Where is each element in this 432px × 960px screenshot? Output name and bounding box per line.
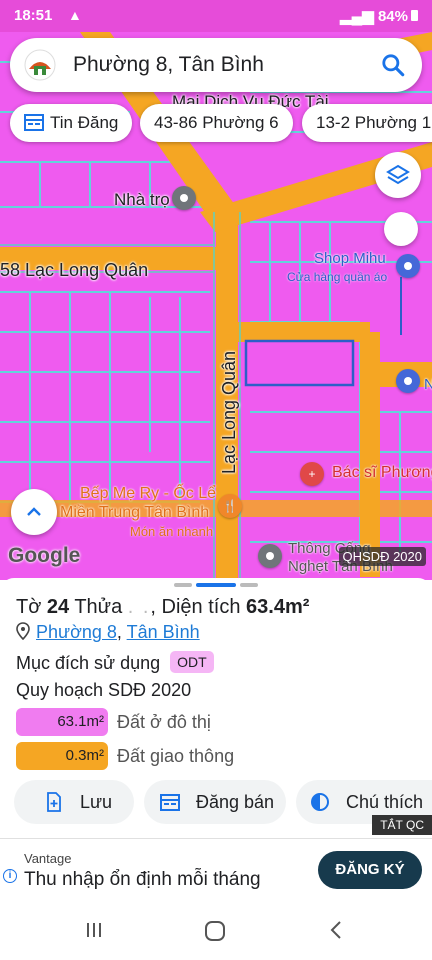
shop-pin-icon-2[interactable] <box>396 369 420 393</box>
google-logo: Google <box>8 544 81 567</box>
label-nha-tro: Nhà trọ <box>114 190 170 209</box>
hidden-parcel-number: . . <box>127 596 151 618</box>
battery-icon <box>411 10 418 21</box>
pin-nha-tro[interactable] <box>172 186 196 210</box>
purpose-code-badge: ODT <box>170 651 214 673</box>
legend-label: Đất ở đô thị <box>117 712 211 732</box>
chip-label: 43-86 Phường 6 <box>154 113 279 132</box>
chip-13-2[interactable]: 13-2 Phường 1 <box>302 104 432 142</box>
contrast-icon <box>310 792 330 812</box>
system-nav-bar <box>0 904 432 960</box>
save-label: Lưu <box>80 791 113 812</box>
back-icon[interactable] <box>328 920 344 940</box>
close-ad-button[interactable]: TẮT QC <box>372 815 432 835</box>
slider-handle[interactable] <box>384 212 418 246</box>
chevron-up-icon <box>27 507 41 516</box>
chip-43-86[interactable]: 43-86 Phường 6 <box>140 104 293 142</box>
label-bep-me-ry-2: Miền Trung Tân Bình <box>60 504 210 521</box>
layers-icon <box>386 164 410 185</box>
post-sale-button[interactable]: Đăng bán <box>144 780 286 824</box>
ward-link[interactable]: Phường 8 <box>36 622 117 642</box>
legend-label: Đất giao thông <box>117 746 235 766</box>
ad-message: Thu nhập ổn định mỗi tháng <box>24 869 261 890</box>
signal-icon: ▂▄▆ <box>340 8 374 25</box>
save-button[interactable]: Lưu <box>14 780 134 824</box>
ad-brand: Vantage <box>24 851 72 866</box>
title-prefix: Tờ <box>16 596 47 618</box>
title-mid: Thửa <box>69 596 128 618</box>
legend-button-label: Chú thích <box>346 791 424 812</box>
post-label: Đăng bán <box>196 791 275 812</box>
warning-icon: ▲ <box>68 7 82 23</box>
location-pin-icon <box>16 622 30 641</box>
save-icon <box>44 792 64 812</box>
label-lac-long-quan: 58 Lạc Long Quân <box>0 260 149 280</box>
label-cua-hang: Cửa hàng quần áo <box>287 270 388 284</box>
recents-icon[interactable] <box>84 920 104 940</box>
sheet-handle[interactable] <box>174 583 192 587</box>
calendar-icon <box>160 792 180 812</box>
label-mon-an-nhanh: Món ăn nhanh <box>130 524 214 539</box>
home-icon[interactable] <box>204 920 226 942</box>
sheet-handle[interactable] <box>240 583 258 587</box>
battery-percent: 84% <box>377 8 408 25</box>
legend-swatch: 0.3m² <box>16 742 108 770</box>
pin-thong-cong[interactable] <box>258 544 282 568</box>
area-value: 63.4m² <box>246 596 310 618</box>
status-time: 18:51 <box>14 7 53 24</box>
search-bar[interactable]: Phường 8, Tân Bình <box>10 38 422 92</box>
parcel-title: Tờ 24 Thửa . ., Diện tích 63.4m² <box>16 596 309 619</box>
label-bac-si: Bác sĩ Phương <box>332 464 432 481</box>
label-bep-me-ry-1: Bếp Mẹ Ry - Ốc Lể <box>80 485 217 502</box>
ad-banner[interactable]: i Vantage Thu nhập ổn định mỗi tháng ĐĂN… <box>0 838 432 905</box>
calendar-icon <box>24 114 44 131</box>
chip-tin-dang[interactable]: Tin Đăng <box>10 104 133 142</box>
label-n: N <box>424 376 432 393</box>
info-icon[interactable]: i <box>3 869 17 883</box>
purpose-row: Mục đích sử dụng ODT <box>16 651 214 674</box>
status-right: ▂▄▆ 84% <box>340 7 418 25</box>
to-number: 24 <box>46 596 70 618</box>
title-area: , Diện tích <box>150 596 247 618</box>
label-lac-long-quan-vertical: Lạc Long Quân <box>219 350 240 475</box>
chip-label: Tin Đăng <box>50 113 119 132</box>
search-text[interactable]: Phường 8, Tân Bình <box>73 53 264 77</box>
app-logo-icon <box>24 49 56 81</box>
qh-badge: QHSDĐ 2020 <box>338 547 426 566</box>
district-link[interactable]: Tân Bình <box>127 622 200 642</box>
purpose-label: Mục đích sử dụng <box>16 653 161 673</box>
parcel-sheet: Tờ 24 Thửa . ., Diện tích 63.4m² Phường … <box>0 578 432 840</box>
restaurant-pin-icon[interactable]: 🍴 <box>218 494 242 518</box>
label-shop-mihu: Shop Mihu <box>314 250 386 267</box>
legend-swatch: 63.1m² <box>16 708 108 736</box>
sheet-handle-active[interactable] <box>196 583 236 587</box>
plan-label: Quy hoạch SDĐ 2020 <box>16 680 192 700</box>
location-sep: , <box>116 622 122 642</box>
layers-button[interactable] <box>375 152 421 198</box>
ad-cta-button[interactable]: ĐĂNG KÝ <box>318 851 422 889</box>
shop-pin-icon[interactable] <box>396 254 420 278</box>
search-icon[interactable] <box>380 52 406 78</box>
chip-label: 13-2 Phường 1 <box>316 113 432 132</box>
expand-button[interactable] <box>11 489 57 535</box>
status-bar: 18:51 ▲ ▂▄▆ 84% <box>0 0 432 32</box>
parcel-location: Phường 8, Tân Bình <box>16 622 200 643</box>
hospital-pin-icon[interactable]: + <box>300 462 324 486</box>
